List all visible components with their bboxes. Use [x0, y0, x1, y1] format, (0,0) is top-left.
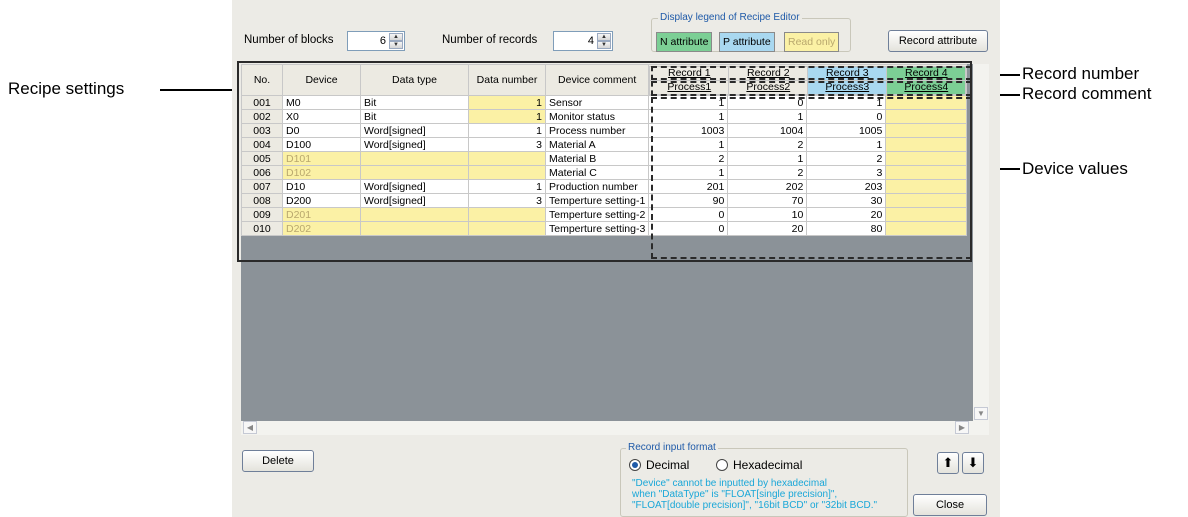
- note-line-3: "FLOAT[double precision]", "16bit BCD" o…: [632, 500, 878, 511]
- legend-title: Display legend of Recipe Editor: [658, 12, 802, 23]
- device-values-box: [651, 97, 972, 259]
- scroll-right-icon[interactable]: ▶: [955, 421, 969, 434]
- recipe-settings-callout-line: [160, 89, 238, 91]
- move-down-button[interactable]: ⬇: [962, 452, 984, 474]
- hexadecimal-radio[interactable]: [716, 459, 728, 471]
- decimal-radio[interactable]: [629, 459, 641, 471]
- records-value: 4: [587, 35, 594, 47]
- delete-button[interactable]: Delete: [242, 450, 314, 472]
- close-button[interactable]: Close: [913, 494, 987, 516]
- vertical-scrollbar[interactable]: ▼: [973, 64, 989, 421]
- legend-n-attribute: N attribute: [656, 32, 713, 52]
- note-line-2: when "DataType" is "FLOAT[single precisi…: [632, 489, 838, 500]
- legend-p-attribute: P attribute: [719, 32, 775, 52]
- blocks-value: 6: [379, 35, 386, 47]
- records-label: Number of records: [442, 34, 538, 46]
- move-up-button[interactable]: ⬆: [937, 452, 959, 474]
- scroll-down-icon[interactable]: ▼: [974, 407, 988, 420]
- blocks-label: Number of blocks: [244, 34, 334, 46]
- spin-down-icon[interactable]: ▼: [597, 41, 611, 49]
- spin-down-icon[interactable]: ▼: [389, 41, 403, 49]
- records-spinner[interactable]: 4 ▲ ▼: [553, 31, 613, 51]
- record-attribute-button[interactable]: Record attribute: [888, 30, 988, 52]
- spin-up-icon[interactable]: ▲: [597, 33, 611, 41]
- record-number-callout: Record number: [1022, 64, 1140, 83]
- decimal-label: Decimal: [646, 458, 690, 472]
- recipe-settings-callout: Recipe settings: [8, 79, 125, 98]
- arrow-up-icon: ⬆: [942, 455, 954, 470]
- note-line-1: "Device" cannot be inputted by hexadecim…: [632, 478, 827, 489]
- hexadecimal-label: Hexadecimal: [733, 458, 803, 472]
- spin-up-icon[interactable]: ▲: [389, 33, 403, 41]
- scroll-left-icon[interactable]: ◀: [243, 421, 257, 434]
- record-comment-box: [651, 81, 972, 96]
- record-comment-callout: Record comment: [1022, 84, 1152, 103]
- horizontal-scrollbar[interactable]: ◀ ▶: [241, 421, 989, 435]
- blocks-spinner[interactable]: 6 ▲ ▼: [347, 31, 405, 51]
- legend-read-only: Read only: [784, 32, 840, 52]
- arrow-down-icon: ⬇: [967, 455, 979, 470]
- record-number-box: [651, 66, 972, 80]
- input-format-title: Record input format: [626, 442, 718, 453]
- device-values-callout: Device values: [1022, 159, 1128, 178]
